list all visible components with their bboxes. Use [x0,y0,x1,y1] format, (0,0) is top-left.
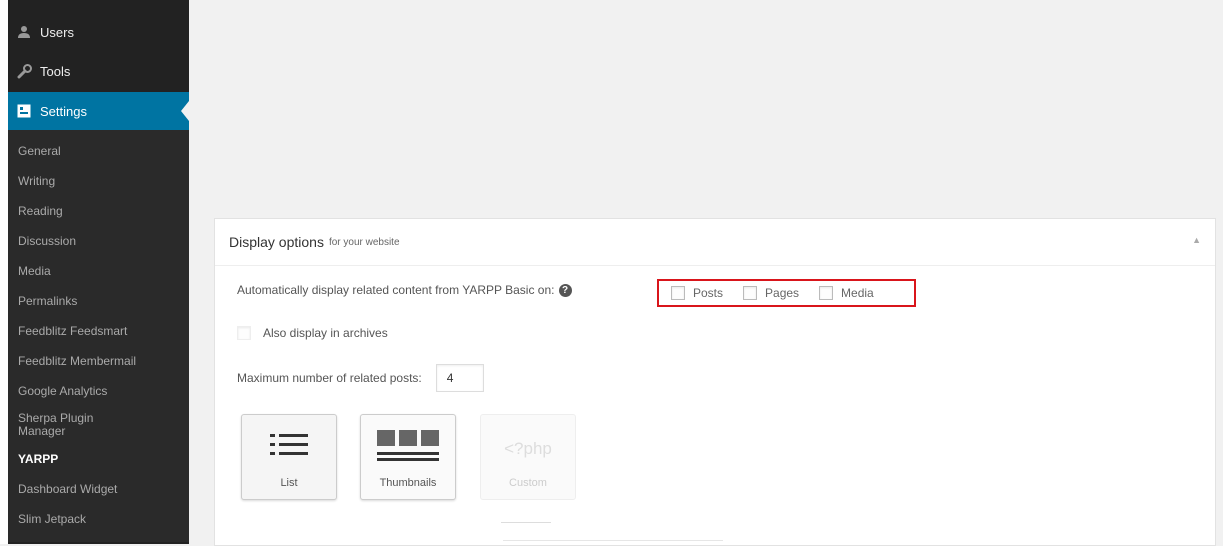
auto-display-row: Automatically display related content fr… [237,283,572,297]
submenu-feedblitz-feedsmart[interactable]: Feedblitz Feedsmart [8,316,189,346]
checkbox-pages[interactable] [743,286,758,300]
php-glyph: <?php [504,439,552,458]
max-posts-label: Maximum number of related posts: [237,371,422,385]
menu-settings[interactable]: Settings [8,92,189,130]
highlighted-options: Posts Pages Media [657,279,916,307]
submenu-reading[interactable]: Reading [8,196,189,226]
submenu-google-analytics[interactable]: Google Analytics [8,376,189,406]
checkbox-media-label: Media [841,286,874,300]
left-edge [0,0,8,544]
max-posts-input[interactable] [435,364,484,392]
settings-submenu: General Writing Reading Discussion Media… [8,130,189,542]
submenu-discussion[interactable]: Discussion [8,226,189,256]
divider [501,519,551,523]
settings-icon [16,103,32,119]
checkbox-media[interactable] [819,286,834,300]
submenu-feedblitz-membermail[interactable]: Feedblitz Membermail [8,346,189,376]
style-thumbnails-label: Thumbnails [379,477,437,489]
divider [503,540,723,545]
submenu-dashboard-widget[interactable]: Dashboard Widget [8,474,189,504]
menu-tools[interactable]: Tools [8,52,189,90]
submenu-sherpa-plugin-manager[interactable]: Sherpa Plugin Manager [8,406,128,444]
menu-users-label: Users [40,24,74,40]
auto-display-label: Automatically display related content fr… [237,283,555,297]
thumbnails-icon [377,430,439,461]
submenu-permalinks[interactable]: Permalinks [8,286,189,316]
submenu-writing[interactable]: Writing [8,166,189,196]
submenu-slim-jetpack[interactable]: Slim Jetpack [8,504,189,534]
display-options-panel: Display options for your website ▲ Autom… [214,218,1216,546]
submenu-media[interactable]: Media [8,256,189,286]
panel-header[interactable]: Display options for your website ▲ [215,219,1215,266]
list-icon [270,434,308,455]
submenu-general[interactable]: General [8,136,189,166]
menu-tools-label: Tools [40,63,71,79]
checkbox-posts[interactable] [671,286,685,300]
menu-settings-label: Settings [40,103,87,119]
checkbox-posts-label: Posts [693,286,724,300]
collapse-arrow-icon[interactable]: ▲ [1192,235,1201,245]
tools-icon [16,63,32,79]
checkbox-pages-label: Pages [765,286,800,300]
help-icon[interactable]: ? [558,283,572,297]
users-icon [16,24,32,40]
admin-sidebar: Users Tools Settings General Writing Rea… [8,0,189,544]
menu-users[interactable]: Users [8,12,189,52]
style-custom-button[interactable]: <?php Custom [480,414,576,500]
checkbox-archives[interactable] [237,326,251,340]
style-list-button[interactable]: List [241,414,337,500]
submenu-yarpp[interactable]: YARPP [8,444,189,474]
archives-row: Also display in archives [237,326,388,340]
style-custom-label: Custom [509,477,547,489]
max-posts-row: Maximum number of related posts: [237,364,484,392]
archives-label: Also display in archives [263,326,388,340]
style-list-label: List [280,477,298,489]
panel-title: Display options [229,234,324,250]
style-thumbnails-button[interactable]: Thumbnails [360,414,456,500]
panel-subtitle: for your website [328,236,400,248]
